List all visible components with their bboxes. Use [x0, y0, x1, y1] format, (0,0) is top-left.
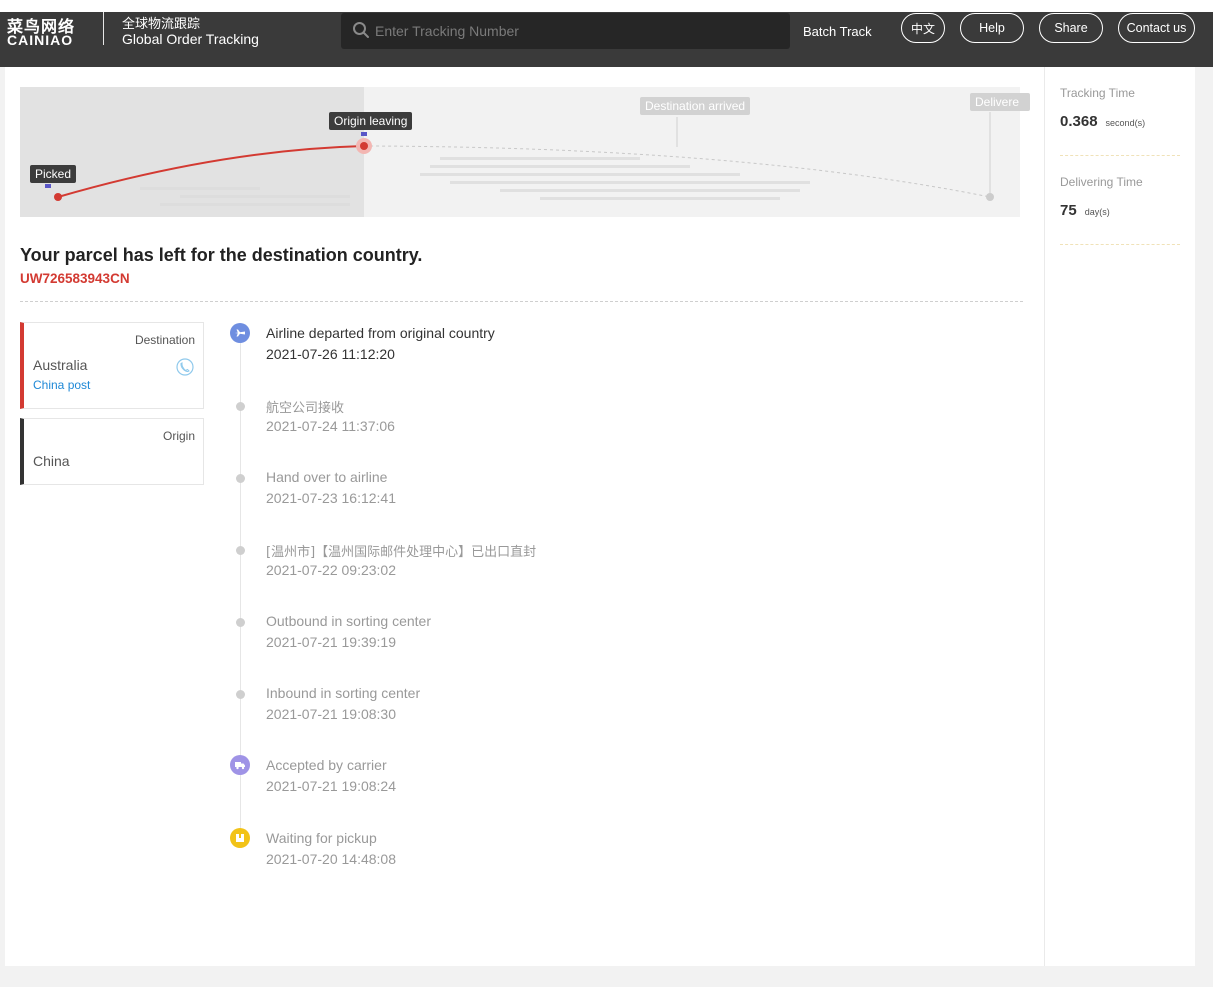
timeline-item: Inbound in sorting center 2021-07-21 19:…	[230, 683, 930, 743]
stage-tag-origin-leaving: Origin leaving	[329, 112, 413, 130]
package-icon	[230, 828, 250, 848]
top-strip	[0, 0, 1213, 12]
timeline-item: Outbound in sorting center 2021-07-21 19…	[230, 611, 930, 671]
search-box	[341, 13, 790, 49]
status-divider	[20, 301, 1023, 302]
timeline-item: Airline departed from original country 2…	[230, 323, 930, 383]
destination-label: Destination	[134, 333, 195, 347]
timeline-dot	[236, 618, 245, 627]
timeline-item: 航空公司接收 2021-07-24 11:37:06	[230, 395, 930, 455]
stage-marker	[45, 184, 51, 188]
timeline-text: Waiting for pickup	[266, 830, 377, 846]
timeline-text: Airline departed from original country	[266, 325, 495, 341]
timeline-text: [温州市]【温州国际邮件处理中心】已出口直封	[266, 545, 537, 560]
logo-divider	[103, 12, 104, 45]
page-edge	[1195, 67, 1213, 966]
stage-tag-delivered: Delivere	[970, 93, 1030, 111]
timeline-dot	[236, 402, 245, 411]
delivering-time-unit: day(s)	[1084, 207, 1110, 217]
timeline-time: 2021-07-21 19:39:19	[266, 634, 396, 650]
delivering-time-value: 75 day(s)	[1060, 202, 1110, 219]
timeline-time: 2021-07-21 19:08:30	[266, 706, 396, 722]
origin-label: Origin	[162, 429, 195, 443]
contact-button[interactable]: Contact us	[1118, 13, 1195, 43]
origin-country: China	[33, 453, 70, 469]
header: 菜鸟网络 CAINIAO 全球物流跟踪 Global Order Trackin…	[0, 12, 1213, 67]
origin-card: Origin China	[20, 418, 204, 485]
status-title: Your parcel has left for the destination…	[20, 245, 423, 265]
stage-marker	[361, 132, 367, 136]
destination-card: Destination Australia China post	[20, 322, 204, 409]
timeline-text: Accepted by carrier	[266, 757, 387, 773]
tracking-time-number: 0.368	[1060, 113, 1098, 130]
destination-carrier-link[interactable]: China post	[33, 378, 90, 392]
language-button[interactable]: 中文	[901, 13, 945, 43]
timeline-text: 航空公司接收	[266, 401, 345, 416]
batch-track-link[interactable]: Batch Track	[803, 24, 872, 39]
timeline-item: Waiting for pickup 2021-07-20 14:48:08	[230, 828, 930, 888]
stage-tag-destination-arrived: Destination arrived	[640, 97, 751, 115]
tracking-time-unit: second(s)	[1105, 118, 1146, 128]
subtitle-english: Global Order Tracking	[122, 31, 259, 47]
timeline-text: Outbound in sorting center	[266, 613, 431, 629]
tracking-time-value: 0.368 second(s)	[1060, 113, 1145, 130]
stat-divider	[1060, 244, 1180, 245]
route-map	[20, 87, 1020, 217]
timeline-time: 2021-07-22 09:23:02	[266, 562, 396, 578]
destination-country: Australia	[33, 357, 88, 373]
timeline-item: [温州市]【温州国际邮件处理中心】已出口直封 2021-07-22 09:23:…	[230, 539, 930, 599]
timeline-dot	[236, 690, 245, 699]
stat-divider	[1060, 155, 1180, 156]
timeline-dot	[236, 546, 245, 555]
timeline-text: Inbound in sorting center	[266, 685, 421, 701]
world-map-pattern	[140, 157, 810, 206]
search-input[interactable]	[375, 19, 775, 43]
share-button[interactable]: Share	[1039, 13, 1103, 43]
help-button[interactable]: Help	[960, 13, 1024, 43]
phone-icon[interactable]	[176, 358, 194, 376]
timeline-dot	[236, 474, 245, 483]
tracking-number[interactable]: UW726583943CN	[20, 271, 130, 286]
route-map-svg	[54, 112, 994, 206]
stats-sidebar: Tracking Time 0.368 second(s) Delivering …	[1044, 67, 1195, 966]
delivering-time-label: Delivering Time	[1060, 175, 1143, 189]
picked-point	[54, 193, 62, 201]
truck-icon	[230, 755, 250, 775]
deliver-point	[986, 193, 994, 201]
timeline-time: 2021-07-20 14:48:08	[266, 851, 396, 867]
logo-english[interactable]: CAINIAO	[7, 32, 73, 48]
timeline-time: 2021-07-23 16:12:41	[266, 490, 396, 506]
timeline-text: Hand over to airline	[266, 469, 388, 485]
timeline-time: 2021-07-24 11:37:06	[266, 418, 395, 434]
search-icon[interactable]	[352, 21, 370, 39]
subtitle-chinese: 全球物流跟踪	[122, 17, 201, 32]
airplane-icon	[230, 323, 250, 343]
timeline-item: Accepted by carrier 2021-07-21 19:08:24	[230, 755, 930, 815]
timeline-time: 2021-07-26 11:12:20	[266, 346, 395, 362]
timeline-item: Hand over to airline 2021-07-23 16:12:41	[230, 467, 930, 527]
origin-leaving-point	[360, 142, 368, 150]
timeline-time: 2021-07-21 19:08:24	[266, 778, 396, 794]
delivering-time-number: 75	[1060, 202, 1077, 219]
tracking-time-label: Tracking Time	[1060, 86, 1135, 100]
stage-tag-picked: Picked	[30, 165, 77, 183]
